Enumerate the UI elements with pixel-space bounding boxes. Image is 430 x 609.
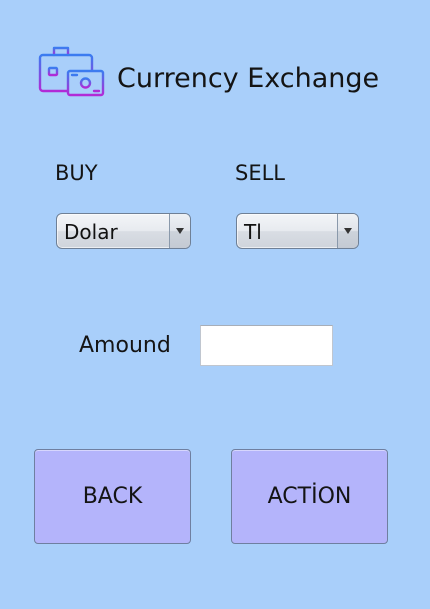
buy-currency-value: Dolar (64, 220, 118, 244)
action-button[interactable]: ACTİON (231, 449, 388, 544)
back-button[interactable]: BACK (34, 449, 191, 544)
sell-currency-value: Tl (244, 220, 262, 244)
amount-label: Amound (79, 333, 171, 358)
sell-currency-select[interactable]: Tl (236, 213, 359, 249)
buy-currency-select[interactable]: Dolar (56, 213, 191, 249)
chevron-down-icon[interactable] (337, 214, 358, 248)
amount-input[interactable] (200, 325, 333, 366)
chevron-down-icon[interactable] (169, 214, 190, 248)
app-title: Currency Exchange (117, 63, 380, 94)
briefcase-money-icon (38, 44, 106, 98)
buy-label: BUY (55, 161, 98, 185)
sell-label: SELL (235, 161, 285, 185)
